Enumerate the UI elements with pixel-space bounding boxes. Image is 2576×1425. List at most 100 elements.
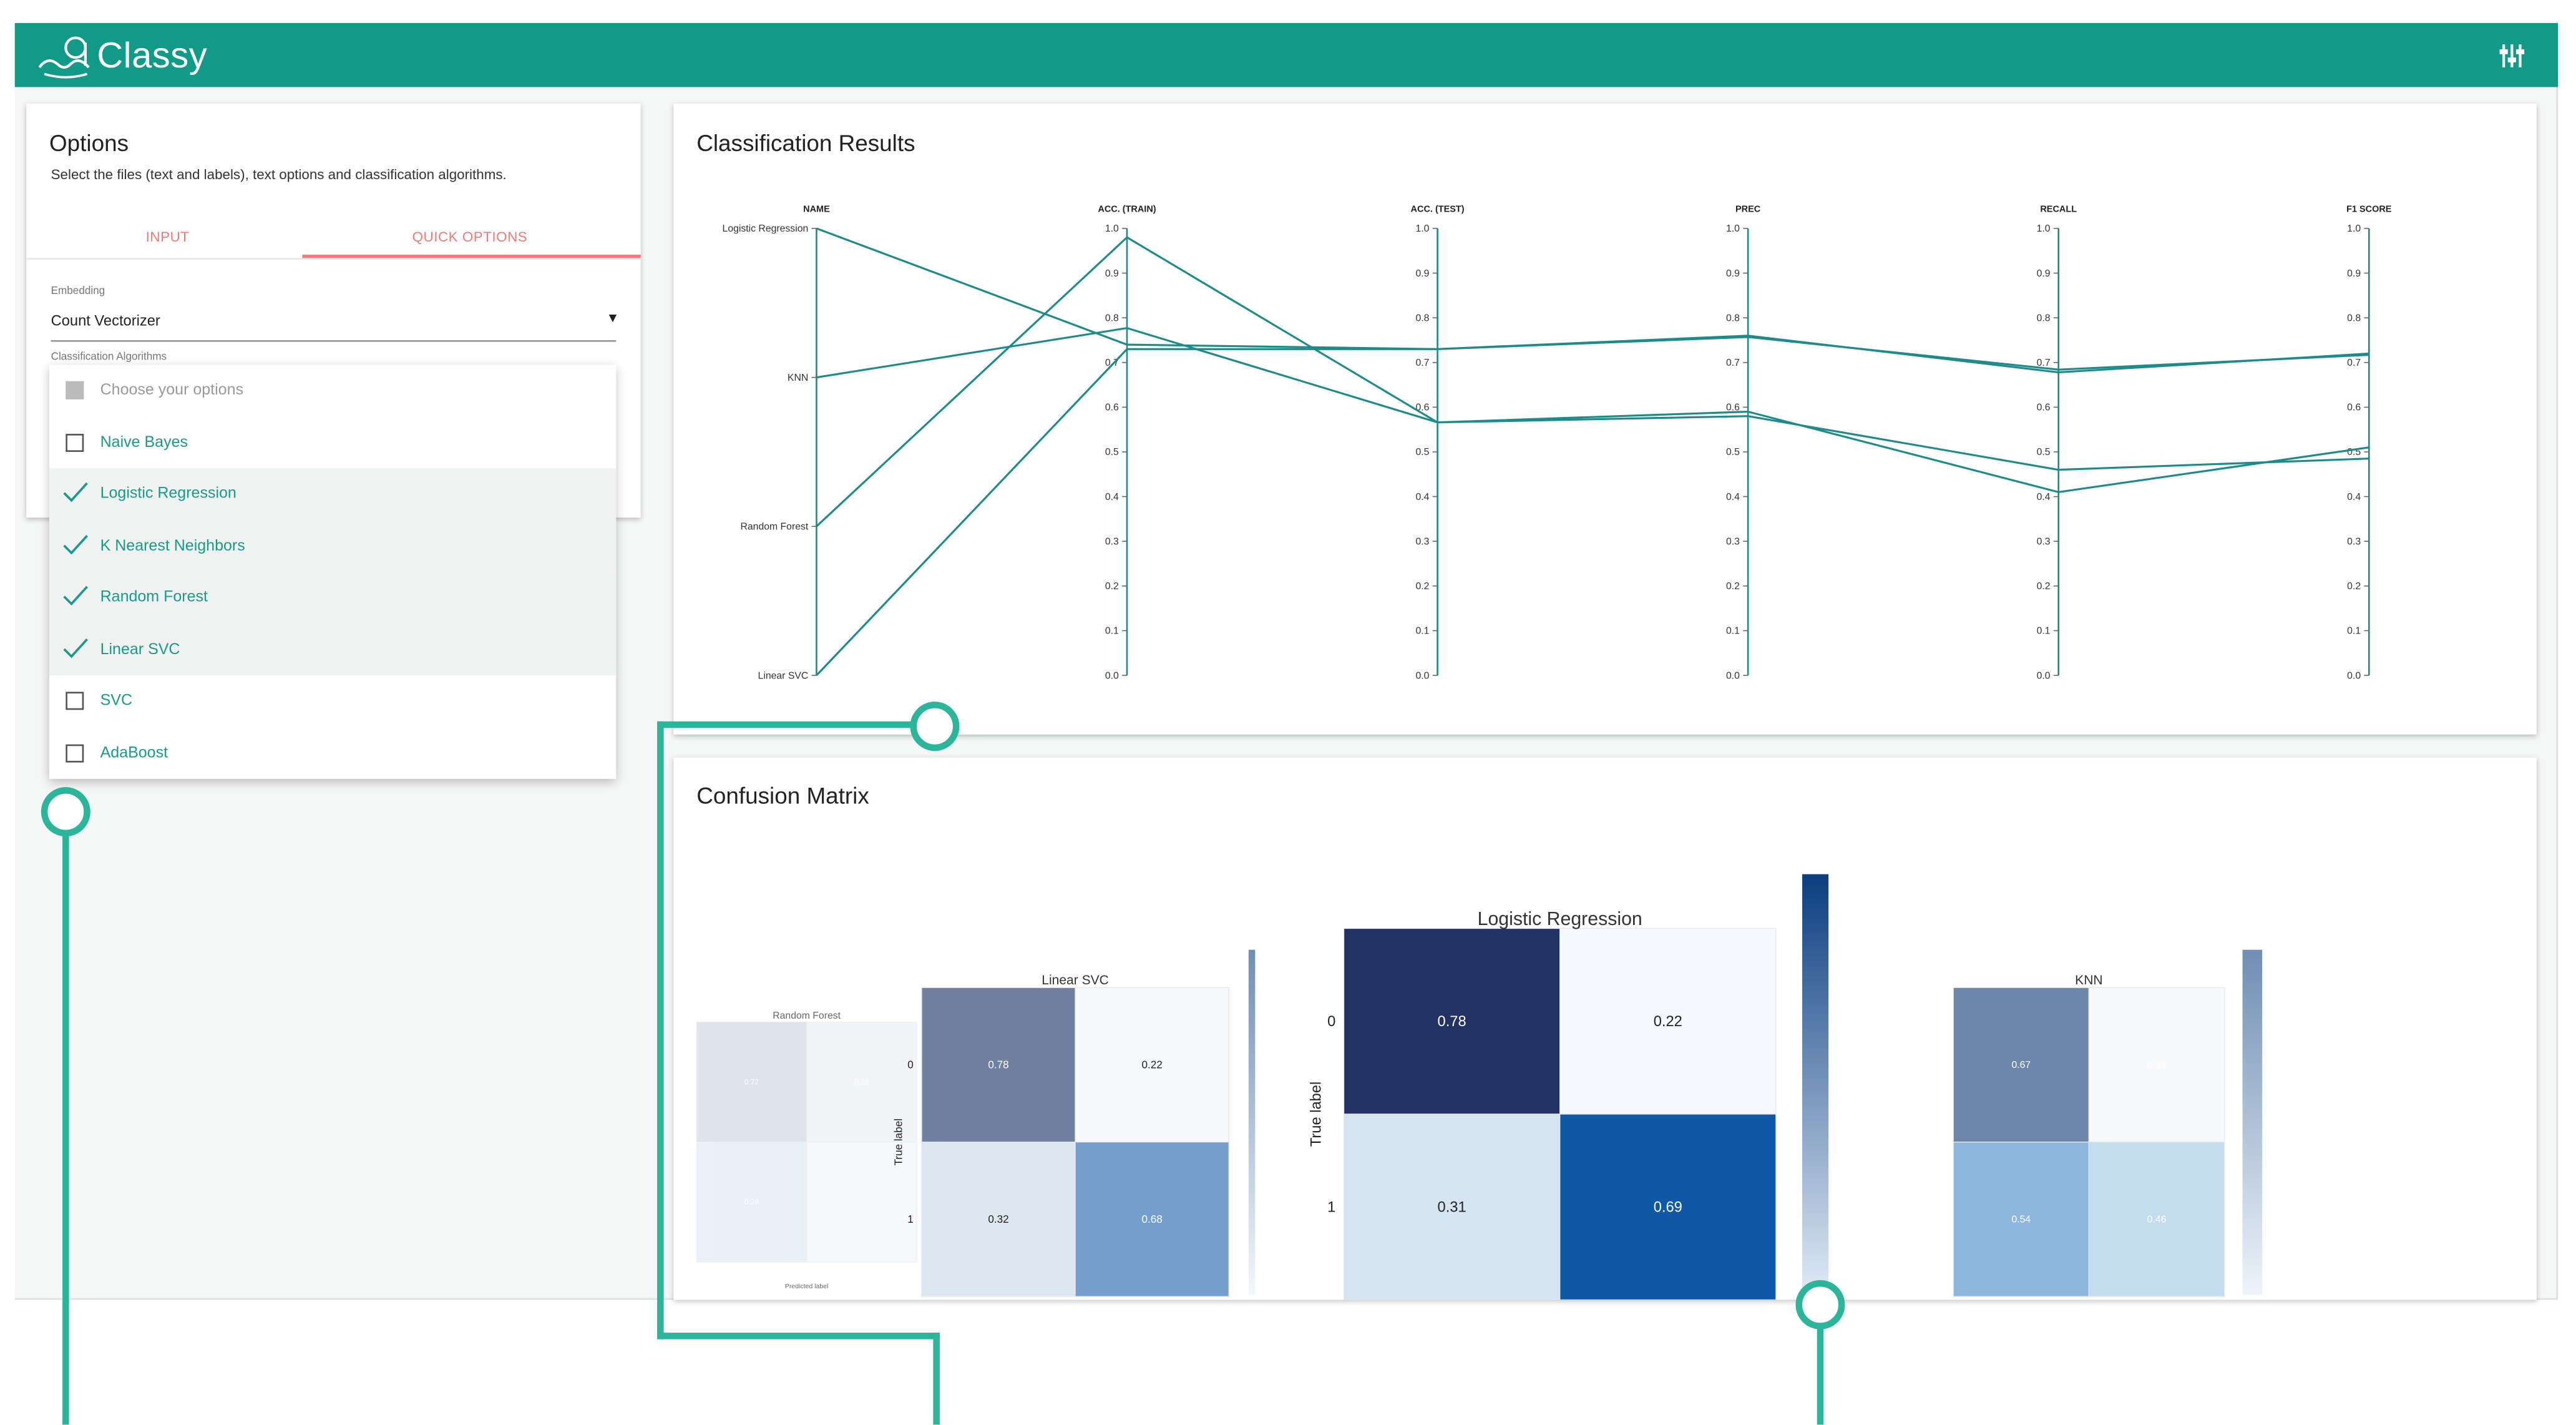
sliders-icon[interactable] [2499, 42, 2525, 69]
option-label: Naive Bayes [100, 433, 188, 451]
cell-value: 0.72 [744, 1078, 759, 1087]
matrix-title: Logistic Regression [1478, 909, 1642, 929]
series-line [816, 335, 2369, 677]
checkmark-icon[interactable] [62, 480, 89, 503]
axis-title: F1 SCORE [2346, 205, 2392, 215]
tick-label: 0.2 [1415, 581, 1429, 592]
tick-label: 0.1 [2347, 626, 2361, 637]
tick-label: 0.9 [1105, 268, 1119, 279]
tick-label: 0.0 [1415, 670, 1429, 681]
app-title: Classy [97, 34, 208, 76]
tick-label: 0.8 [1415, 313, 1429, 323]
embedding-select[interactable]: Count Vectorizer [51, 312, 160, 328]
tab-quick-options[interactable]: QUICK OPTIONS [329, 228, 612, 245]
tick-label: 0.9 [1726, 268, 1740, 279]
matrix-title: Linear SVC [1042, 973, 1109, 987]
option-adaboost[interactable]: AdaBoost [49, 727, 616, 779]
callout-line [657, 1333, 940, 1339]
option-k-nearest-neighbors[interactable]: K Nearest Neighbors [49, 520, 617, 572]
tick-label: 0.7 [2347, 358, 2361, 368]
tick-label: 0.2 [1105, 581, 1119, 592]
row-label: 0 [907, 1059, 914, 1071]
confusion-matrix-charts: 0.72 0.28 0.28 Random Forest Predicted label… [696, 874, 2263, 1300]
cell-value: 0.31 [1438, 1200, 1466, 1216]
tick-label: 0.4 [1726, 492, 1740, 502]
series-line [816, 236, 2369, 527]
dropdown-arrow-icon[interactable]: ▼ [606, 311, 619, 326]
axis-title: ACC. (TRAIN) [1098, 205, 1156, 215]
tick-label: 0.0 [2347, 670, 2361, 681]
tab-input[interactable]: INPUT [26, 228, 309, 245]
algorithms-dropdown: Choose your options Naive Bayes Logistic… [49, 365, 617, 779]
cell-value: 0.32 [988, 1213, 1008, 1225]
checkmark-icon[interactable] [62, 584, 89, 607]
y-axis-label: True label [1309, 1082, 1325, 1147]
algorithms-label: Classification Algorithms [51, 351, 167, 363]
tick-label: 0.8 [1726, 313, 1740, 323]
tick-label: 0.6 [2037, 403, 2051, 413]
algorithms-placeholder: Choose your options [49, 365, 616, 416]
tick-label: 0.5 [2037, 447, 2051, 458]
option-svc[interactable]: SVC [49, 675, 616, 727]
checkmark-icon[interactable] [62, 532, 89, 555]
tick-label: 0.9 [2037, 268, 2051, 279]
cell-value: 0.28 [744, 1198, 759, 1207]
tick-label: 1.0 [1105, 223, 1119, 234]
option-random-forest[interactable]: Random Forest [49, 572, 617, 624]
tick-label: 0.5 [1726, 447, 1740, 458]
cell-value: 0.78 [1438, 1014, 1466, 1030]
row-label: 0 [1327, 1014, 1335, 1030]
tick-label: 0.6 [1105, 403, 1119, 413]
axis-title: NAME [803, 205, 830, 215]
tick-label: 0.2 [2037, 581, 2051, 592]
tick-label: 0.2 [1726, 581, 1740, 592]
tick-label: 0.0 [1726, 670, 1740, 681]
checkbox-icon[interactable] [66, 692, 84, 710]
options-title: Options [49, 129, 129, 157]
tab-divider [26, 258, 641, 260]
tick-label: 1.0 [1726, 223, 1740, 234]
tick-label: 0.1 [2037, 626, 2051, 637]
callout-line [62, 826, 69, 1425]
checkmark-icon[interactable] [62, 635, 89, 659]
x-axis-label: Predicted label [785, 1283, 829, 1290]
checkbox-icon[interactable] [66, 743, 84, 762]
embedding-underline [51, 340, 617, 342]
tick-label: 0.2 [2347, 581, 2361, 592]
option-naive-bayes[interactable]: Naive Bayes [49, 416, 616, 468]
active-tab-indicator [302, 255, 641, 258]
placeholder-text: Choose your options [100, 381, 244, 399]
matrix-title: KNN [2075, 973, 2102, 987]
tick-label: 1.0 [2037, 223, 2051, 234]
row-label: 1 [1327, 1200, 1335, 1216]
axis-title: PREC [1735, 205, 1761, 215]
matrix-title: Random Forest [773, 1011, 841, 1021]
tick-label: 0.5 [1105, 447, 1119, 458]
callout-marker [910, 702, 960, 752]
tick-label: 0.9 [1415, 268, 1429, 279]
colorbar [1248, 949, 1256, 1295]
y-axis-label: True label [892, 1119, 904, 1165]
mustache-face-logo-icon [38, 36, 90, 79]
option-label: Random Forest [100, 588, 208, 607]
checkbox-icon[interactable] [66, 433, 84, 451]
axis-title: ACC. (TEST) [1411, 205, 1465, 215]
tick-label: 0.3 [1105, 536, 1119, 547]
option-logistic-regression[interactable]: Logistic Regression [49, 468, 617, 521]
row-label: 1 [907, 1213, 914, 1225]
tick-label: 0.3 [2347, 536, 2361, 547]
tick-label: 0.1 [1105, 626, 1119, 637]
callout-marker [1795, 1280, 1845, 1330]
tick-label: 0.1 [1726, 626, 1740, 637]
category-label: KNN [788, 373, 808, 383]
tick-label: 1.0 [2347, 223, 2361, 234]
confusion-matrix: 0.78 0.22 0.32 0.68 Linear SVC 0 1 True label [892, 949, 1256, 1297]
tick-label: 0.3 [2037, 536, 2051, 547]
tick-label: 0.7 [1415, 358, 1429, 368]
option-label: AdaBoost [100, 743, 168, 762]
option-label: SVC [100, 692, 133, 710]
option-linear-svc[interactable]: Linear SVC [49, 624, 617, 676]
options-subtitle: Select the files (text and labels), text… [51, 165, 507, 183]
series-line [816, 227, 2369, 371]
tick-label: 0.8 [2037, 313, 2051, 323]
